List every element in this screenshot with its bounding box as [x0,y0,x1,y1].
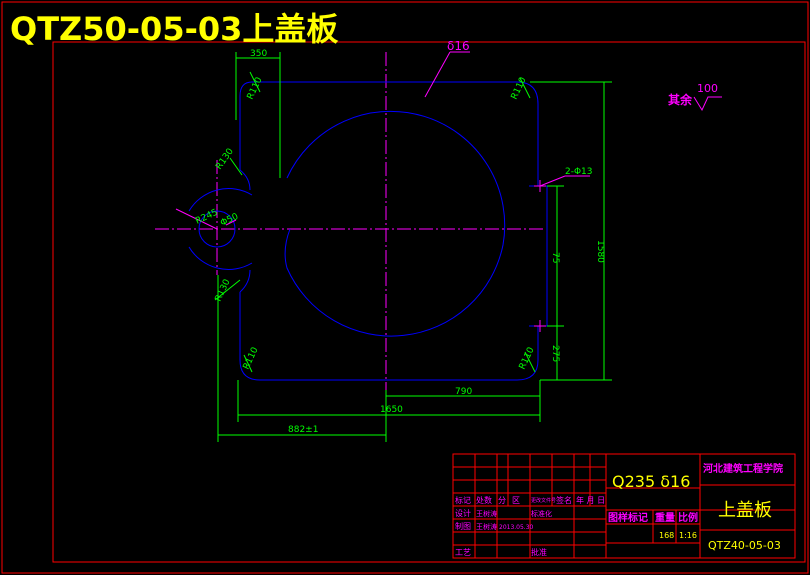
std-label: 标准化 [531,509,552,518]
dim-r110-top-right: R110 [510,76,529,102]
drawing-number: QTZ40-05-03 [708,539,781,552]
dim-r110-top-left: R110 [246,76,265,102]
material-spec: Q235 δ16 [612,472,690,491]
hole-callout: 2-Φ13 [565,167,593,177]
dim-1580: 1580 [595,240,605,263]
mark-label: 标记 [455,495,471,505]
dim-275: 275 [550,345,560,362]
dim-r110-bottom-right: R110 [518,346,537,372]
zone-label: 区 [512,496,520,505]
drafter-name: 王树涛 [476,522,497,531]
dimension-lines [214,52,612,442]
dim-r130-upper: R130 [214,147,236,172]
scale-value: 1:16 [679,531,697,540]
dim-r110-bottom-left: R110 [242,346,261,372]
part-label: 分 [498,496,506,505]
drawing-canvas: 350 790 1650 882±1 1580 75 275 R110 R110… [1,1,809,574]
change-doc-label: 更改文件号 [531,497,556,504]
dim-r130-lower: R130 [214,278,233,304]
other-roughness-label: 其余 [668,92,693,107]
scale-label: 比例 [678,511,698,524]
sign-label: 签名 [556,495,572,505]
part-name: 上盖板 [718,500,772,521]
stage-label: 图样标记 [608,511,648,524]
count-label: 处数 [476,495,492,505]
dim-790: 790 [455,387,472,397]
draft-date: 2013.05.30 [499,524,534,531]
page-title: QTZ50-05-03上盖板 [10,10,339,48]
dim-75: 75 [550,252,560,263]
weight-value: 168 [659,531,674,540]
dim-350: 350 [250,49,267,59]
drafter-label: 制图 [455,521,471,531]
plate-outline [188,81,548,381]
designer-label: 设计 [455,508,471,518]
designer-name: 王树涛 [476,509,497,518]
dim-882: 882±1 [288,425,318,435]
inner-frame [52,41,806,563]
dim-1650: 1650 [380,405,403,415]
approve-label: 批准 [531,547,547,557]
date-col-label: 年 月 日 [576,495,605,505]
other-roughness-value: 100 [697,82,718,95]
weight-label: 重量 [655,511,675,524]
process-label: 工艺 [455,548,471,557]
centerlines [155,52,545,440]
dim-d50: Φ50 [219,212,240,229]
school-name: 河北建筑工程学院 [703,462,783,475]
thickness-note: δ16 [447,39,470,53]
